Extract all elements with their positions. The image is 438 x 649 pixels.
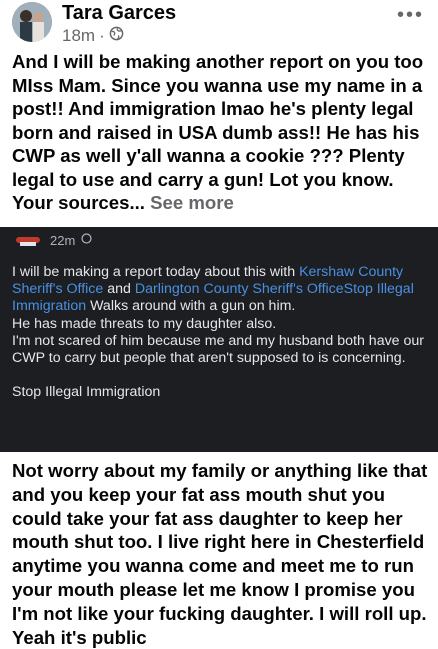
screenshot-header: 22m [10, 231, 92, 249]
lower-comment-body: Not worry about my family or anything li… [12, 460, 428, 648]
separator-dot: · [99, 26, 105, 45]
author-name[interactable]: Tara Garces [62, 2, 176, 25]
see-more-link[interactable]: See more [150, 192, 234, 213]
screenshot-time: 22m [50, 232, 76, 248]
more-options-icon[interactable]: ••• [397, 4, 424, 27]
post-header: Tara Garces 18m · ••• [0, 0, 438, 48]
screenshot-paragraph-3: I'm not scared of him because me and my … [12, 332, 425, 367]
embedded-screenshot: 22m I will be making a report today abou… [0, 227, 438, 452]
globe-icon [81, 231, 92, 249]
post-body-text: And I will be making another report on y… [12, 51, 424, 213]
post-meta: 18m · [62, 26, 124, 46]
screenshot-paragraph-4: Stop Illegal Immigration [12, 384, 161, 401]
screenshot-body: I will be making a report today about th… [12, 264, 430, 401]
screenshot-paragraph-2: He has made threats to my daughter also. [12, 315, 277, 332]
globe-icon [109, 26, 124, 46]
post-time[interactable]: 18m [62, 26, 95, 46]
post-body: And I will be making another report on y… [12, 50, 432, 215]
text-segment: and [103, 281, 135, 298]
avatar[interactable] [12, 2, 52, 42]
redacted-avatar-icon [10, 234, 44, 246]
text-segment: I will be making a report today about th… [12, 264, 300, 280]
text-segment: Walks around with a gun on him. [86, 298, 296, 315]
screenshot-paragraph-1: I will be making a report today about th… [12, 264, 430, 316]
